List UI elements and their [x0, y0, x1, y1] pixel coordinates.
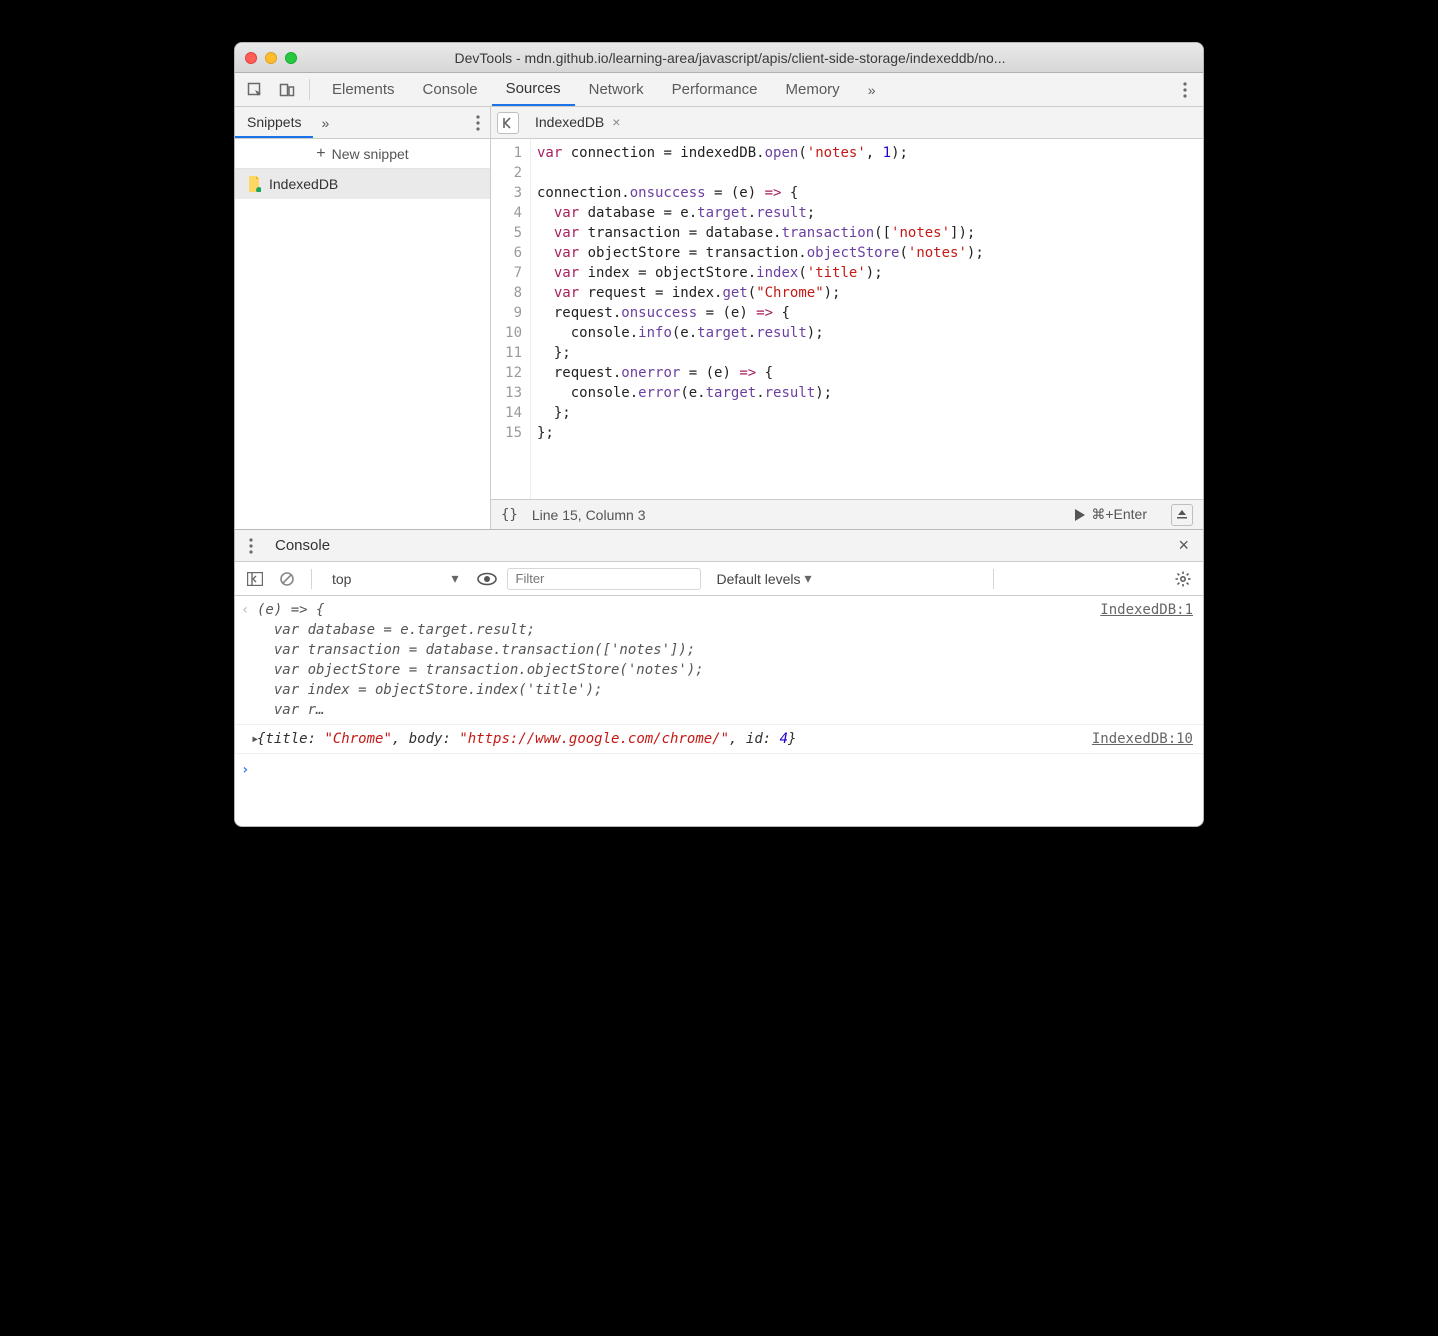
traffic-lights: [245, 52, 297, 64]
play-icon: [1075, 509, 1085, 521]
drawer-tabbar: Console ×: [235, 530, 1203, 562]
close-tab-icon[interactable]: ×: [612, 114, 620, 130]
maximize-button[interactable]: [285, 52, 297, 64]
console-message[interactable]: (e) => { var database = e.target.result;…: [257, 600, 1100, 720]
snippet-item[interactable]: IndexedDB: [235, 169, 490, 199]
sidebar-tab-snippets[interactable]: Snippets: [235, 107, 313, 138]
separator: [311, 569, 312, 589]
console-entry: ‹ (e) => { var database = e.target.resul…: [235, 596, 1203, 725]
sources-panel: Snippets » + New snippet IndexedDB: [235, 107, 1203, 529]
panel-tab-sources[interactable]: Sources: [492, 73, 575, 106]
drawer-menu-button[interactable]: [239, 538, 263, 554]
panel-tab-elements[interactable]: Elements: [318, 73, 409, 106]
context-label: top: [332, 571, 351, 587]
console-sidebar-toggle-icon[interactable]: [243, 567, 267, 591]
panel-tab-performance[interactable]: Performance: [658, 73, 772, 106]
device-toolbar-icon[interactable]: [273, 73, 301, 106]
editor-tab-label: IndexedDB: [535, 114, 604, 130]
filter-input[interactable]: [507, 568, 701, 590]
line-gutter: 123456789101112131415: [491, 139, 531, 499]
expand-icon[interactable]: ▸: [241, 729, 257, 749]
log-levels-select[interactable]: Default levels ▾: [709, 570, 820, 587]
dropdown-icon: ▾: [451, 570, 458, 587]
separator: [993, 569, 994, 589]
plus-icon: +: [316, 146, 325, 162]
console-drawer: Console × top ▾ Default levels ▾: [235, 529, 1203, 826]
context-select[interactable]: top ▾: [324, 570, 467, 587]
drawer-close-button[interactable]: ×: [1168, 535, 1199, 556]
console-entry: ▸ {title: "Chrome", body: "https://www.g…: [235, 725, 1203, 754]
snippet-file-icon: [247, 176, 261, 192]
clear-console-icon[interactable]: [275, 567, 299, 591]
titlebar: DevTools - mdn.github.io/learning-area/j…: [235, 43, 1203, 73]
close-button[interactable]: [245, 52, 257, 64]
console-settings-icon[interactable]: [1171, 567, 1195, 591]
toggle-panel-button[interactable]: [1171, 504, 1193, 526]
window-title: DevTools - mdn.github.io/learning-area/j…: [307, 50, 1193, 66]
live-expression-icon[interactable]: [475, 567, 499, 591]
sources-sidebar: Snippets » + New snippet IndexedDB: [235, 107, 491, 529]
main-menu-button[interactable]: [1173, 73, 1197, 106]
snippet-list: IndexedDB: [235, 169, 490, 529]
editor-tabbar: IndexedDB ×: [491, 107, 1203, 139]
collapse-icon[interactable]: ‹: [241, 600, 257, 720]
new-snippet-label: New snippet: [332, 146, 409, 162]
pretty-print-icon[interactable]: {}: [501, 507, 518, 523]
source-link[interactable]: IndexedDB:1: [1100, 600, 1193, 720]
navigate-back-button[interactable]: [497, 112, 519, 134]
dropdown-icon: ▾: [805, 570, 812, 587]
more-tabs-button[interactable]: »: [858, 73, 886, 106]
panel-tab-console[interactable]: Console: [409, 73, 492, 106]
console-toolbar: top ▾ Default levels ▾: [235, 562, 1203, 596]
editor-statusbar: {} Line 15, Column 3 ⌘+Enter: [491, 499, 1203, 529]
editor-column: IndexedDB × 123456789101112131415 var co…: [491, 107, 1203, 529]
code-editor[interactable]: 123456789101112131415 var connection = i…: [491, 139, 1203, 499]
panel-tab-memory[interactable]: Memory: [772, 73, 854, 106]
inspect-element-icon[interactable]: [241, 73, 269, 106]
run-snippet-button[interactable]: ⌘+Enter: [1075, 506, 1147, 523]
panel-tab-network[interactable]: Network: [575, 73, 658, 106]
levels-label: Default levels: [717, 571, 801, 587]
code-content[interactable]: var connection = indexedDB.open('notes',…: [531, 139, 1203, 499]
source-link[interactable]: IndexedDB:10: [1092, 729, 1193, 749]
minimize-button[interactable]: [265, 52, 277, 64]
panel-tabstrip: ElementsConsoleSourcesNetworkPerformance…: [235, 73, 1203, 107]
console-prompt[interactable]: ›: [235, 754, 1203, 786]
prompt-icon: ›: [241, 760, 257, 780]
sidebar-more-tabs[interactable]: »: [313, 107, 337, 138]
sidebar-menu-button[interactable]: [466, 107, 490, 138]
new-snippet-button[interactable]: + New snippet: [235, 139, 490, 169]
cursor-position: Line 15, Column 3: [532, 507, 646, 523]
snippet-item-label: IndexedDB: [269, 176, 338, 192]
console-message[interactable]: {title: "Chrome", body: "https://www.goo…: [257, 729, 1092, 749]
editor-tab[interactable]: IndexedDB ×: [525, 107, 630, 139]
run-shortcut-label: ⌘+Enter: [1091, 506, 1147, 523]
sidebar-tabs: Snippets »: [235, 107, 490, 139]
console-output[interactable]: ‹ (e) => { var database = e.target.resul…: [235, 596, 1203, 826]
separator: [309, 79, 310, 100]
drawer-tab-console[interactable]: Console: [263, 530, 342, 562]
devtools-window: DevTools - mdn.github.io/learning-area/j…: [234, 42, 1204, 827]
